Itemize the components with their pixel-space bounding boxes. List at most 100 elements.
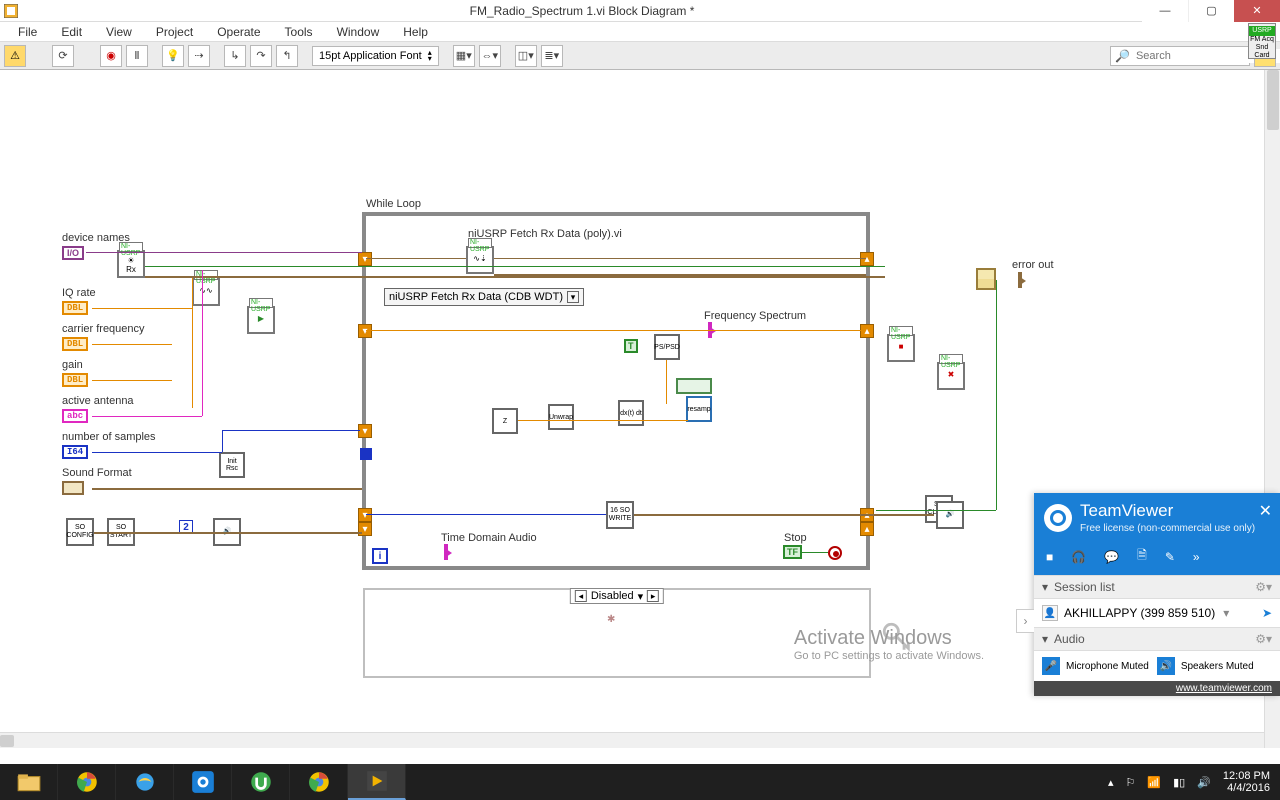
loop-tunnel-session-in[interactable]: ▾ — [358, 252, 372, 266]
chat-icon[interactable]: 💬 — [1104, 550, 1119, 564]
loop-tunnel-err-out[interactable]: ▴ — [860, 522, 874, 536]
node-sound-config[interactable]: SO CONFIG — [66, 518, 94, 546]
task-labview[interactable] — [348, 764, 406, 800]
run-continuously-button[interactable]: ⟳ — [52, 45, 74, 67]
menu-project[interactable]: Project — [144, 23, 205, 41]
distribute-button[interactable]: ⇔▾ — [479, 45, 501, 67]
node-resample[interactable]: resamp — [686, 396, 712, 422]
tray-volume-icon[interactable]: 🔊 — [1197, 776, 1211, 789]
task-chrome-2[interactable] — [290, 764, 348, 800]
audio-section-header[interactable]: ▾ Audio ⚙▾ — [1034, 627, 1280, 651]
node-dxdt[interactable]: dx(t) dt — [618, 400, 644, 426]
tray-show-hidden-icon[interactable]: ▴ — [1108, 776, 1114, 789]
video-icon[interactable]: ■ — [1046, 550, 1053, 564]
node-build-array[interactable] — [976, 268, 996, 290]
node-initiate[interactable]: NI-USRP ▶ — [247, 306, 275, 334]
chevron-right-icon[interactable]: ▸ — [647, 590, 659, 602]
window-close-button[interactable]: ✕ — [1234, 0, 1280, 22]
gear-icon[interactable]: ⚙▾ — [1255, 580, 1272, 594]
chevron-left-icon[interactable]: ◂ — [575, 590, 587, 602]
teamviewer-close-button[interactable]: ✕ — [1259, 501, 1272, 521]
node-sound-write[interactable]: 16 SO WRITE — [606, 501, 634, 529]
node-configure-signal[interactable]: NI-USRP ∿∿ — [192, 278, 220, 306]
resize-button[interactable]: ◫▾ — [515, 45, 537, 67]
chevron-down-icon[interactable]: ▾ — [638, 590, 644, 603]
loop-shiftreg-left-1[interactable]: ▾ — [358, 324, 372, 338]
reorder-button[interactable]: ≣▾ — [541, 45, 563, 67]
session-list-header[interactable]: ▾ Session list ⚙▾ — [1034, 575, 1280, 599]
poly-selector[interactable]: niUSRP Fetch Rx Data (CDB WDT) ▾ — [384, 288, 584, 306]
teamviewer-link[interactable]: www.teamviewer.com — [1176, 683, 1272, 694]
node-z[interactable]: Z — [492, 408, 518, 434]
retain-wire-button[interactable]: ⇢ — [188, 45, 210, 67]
indicator-error-out[interactable] — [1018, 272, 1022, 288]
node-unwrap[interactable]: Unwrap — [548, 404, 574, 430]
resample-config[interactable] — [676, 378, 712, 394]
teamviewer-collapse-tab[interactable]: › — [1016, 609, 1034, 633]
constant-tf[interactable]: T — [624, 339, 638, 353]
node-open-session[interactable]: NI-USRP ☀Rx — [117, 250, 145, 278]
terminal-gain[interactable]: DBL — [62, 373, 88, 387]
scrollbar-thumb[interactable] — [0, 735, 14, 747]
file-icon[interactable]: 🗎 — [1137, 546, 1147, 567]
indicator-time-domain-audio[interactable] — [444, 544, 448, 560]
abort-button[interactable]: ◉ — [100, 45, 122, 67]
tray-flag-icon[interactable]: ⚐ — [1126, 776, 1136, 789]
step-into-button[interactable]: ↳ — [224, 45, 246, 67]
menu-file[interactable]: File — [6, 23, 49, 41]
node-ps-psd[interactable]: PS/PSD — [654, 334, 680, 360]
task-teamviewer[interactable] — [174, 764, 232, 800]
chevron-down-icon[interactable]: ▾ — [1223, 606, 1229, 620]
scrollbar-thumb[interactable] — [1267, 70, 1279, 130]
node-close[interactable]: NI-USRP ✖ — [937, 362, 965, 390]
vi-icon-badge[interactable]: USRP FM Acq Snd Card — [1248, 23, 1276, 59]
menu-tools[interactable]: Tools — [273, 23, 325, 41]
chevron-down-icon[interactable]: ▾ — [567, 291, 579, 303]
menu-window[interactable]: Window — [325, 23, 392, 41]
loop-stop-terminal[interactable] — [828, 546, 842, 560]
task-chrome[interactable] — [58, 764, 116, 800]
menu-view[interactable]: View — [94, 23, 144, 41]
task-explorer[interactable] — [0, 764, 58, 800]
terminal-active-antenna[interactable]: abc — [62, 409, 88, 423]
node-init-resource[interactable]: Init Rsc — [219, 452, 245, 478]
microphone-toggle[interactable]: 🎤 Microphone Muted — [1042, 657, 1149, 675]
loop-iteration-terminal[interactable]: i — [372, 548, 388, 564]
node-fetch-rx[interactable]: NI-USRP ∿⇣ — [466, 246, 494, 274]
loop-tunnel-sound-in[interactable]: ▾ — [358, 508, 372, 522]
disable-case-selector[interactable]: ◂ Disabled ▾ ▸ — [570, 588, 664, 604]
tray-battery-icon[interactable]: ▮▯ — [1173, 776, 1185, 789]
headset-icon[interactable]: 🎧 — [1071, 550, 1086, 564]
menu-help[interactable]: Help — [391, 23, 440, 41]
node-abort[interactable]: NI-USRP ■ — [887, 334, 915, 362]
speakers-toggle[interactable]: 🔊 Speakers Muted — [1157, 657, 1254, 675]
menu-operate[interactable]: Operate — [205, 23, 272, 41]
step-over-button[interactable]: ↷ — [250, 45, 272, 67]
font-selector[interactable]: 15pt Application Font ▴▾ — [312, 46, 439, 66]
quickdrop-search[interactable]: 🔎 🔍 — [1110, 46, 1250, 66]
more-icon[interactable]: » — [1193, 550, 1200, 564]
terminal-sound-format[interactable] — [62, 481, 84, 495]
tray-clock[interactable]: 12:08 PM 4/4/2016 — [1223, 770, 1270, 794]
step-out-button[interactable]: ↰ — [276, 45, 298, 67]
session-row[interactable]: 👤 AKHILLAPPY (399 859 510) ▾ ➤ — [1034, 599, 1280, 627]
window-maximize-button[interactable]: ▢ — [1188, 0, 1234, 22]
whiteboard-icon[interactable]: ✎ — [1165, 550, 1175, 564]
terminal-number-of-samples[interactable]: I64 — [62, 445, 88, 459]
gear-icon[interactable]: ⚙▾ — [1255, 632, 1272, 646]
terminal-device-names[interactable]: I/O — [62, 246, 84, 260]
task-ie[interactable] — [116, 764, 174, 800]
node-sound-clear[interactable]: 🔊 — [936, 501, 964, 529]
align-button[interactable]: ▦▾ — [453, 45, 475, 67]
window-minimize-button[interactable]: — — [1142, 0, 1188, 22]
loop-tunnel-session-out[interactable]: ▴ — [860, 252, 874, 266]
horizontal-scrollbar[interactable] — [0, 732, 1264, 748]
highlight-exec-button[interactable]: 💡 — [162, 45, 184, 67]
loop-tunnel-samples[interactable] — [360, 448, 372, 460]
terminal-carrier-frequency[interactable]: DBL — [62, 337, 88, 351]
task-utorrent[interactable] — [232, 764, 290, 800]
tray-network-icon[interactable]: 📶 — [1147, 776, 1161, 789]
pause-button[interactable]: Ⅱ — [126, 45, 148, 67]
loop-shiftreg-right-1[interactable]: ▴ — [860, 324, 874, 338]
terminal-iq-rate[interactable]: DBL — [62, 301, 88, 315]
